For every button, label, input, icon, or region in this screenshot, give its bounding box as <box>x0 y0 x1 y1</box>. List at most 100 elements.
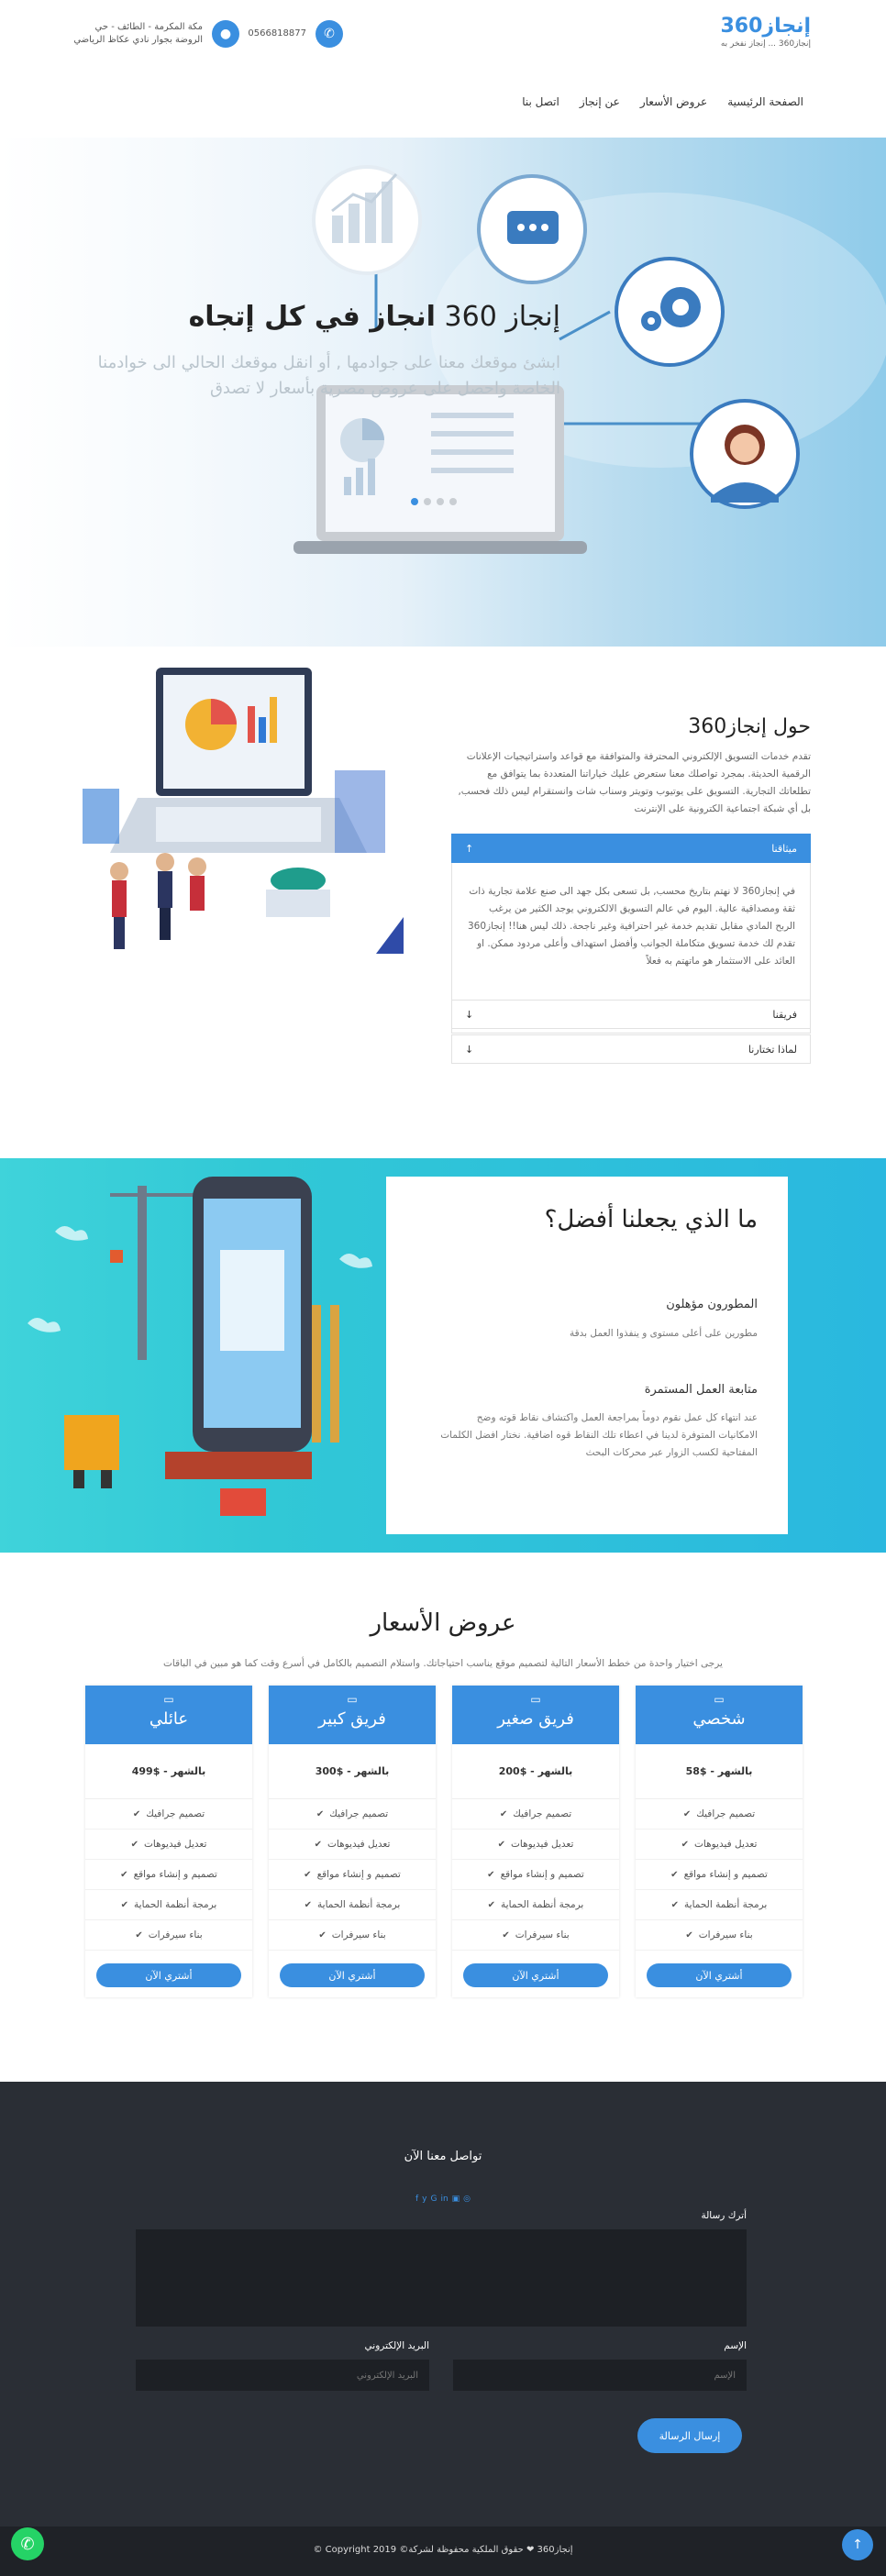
plan-header: ▭ عائلي <box>85 1686 252 1744</box>
feature-label: برمجة أنظمة الحماية <box>134 1899 217 1910</box>
plan-price: بالشهر - $499 <box>85 1744 252 1799</box>
check-icon: ✔ <box>487 1869 495 1880</box>
accordion-label: فريقنا <box>772 1008 797 1021</box>
facebook-icon[interactable]: f <box>415 2195 418 2204</box>
feature-label: تصميم و إنشاء مواقع <box>683 1869 768 1880</box>
feature-label: تصميم جرافيك <box>696 1808 756 1819</box>
name-input[interactable] <box>453 2360 747 2391</box>
page: إنجاز360 إنجاز360 ... إنجاز نفخر به ✆ 05… <box>0 0 886 2576</box>
check-icon: ✔ <box>685 1929 693 1940</box>
accordion-label: لماذا تختارنا <box>748 1043 797 1056</box>
plan-feature: تصميم جرافيك ✔ <box>452 1799 619 1830</box>
feature-label: بناء سيرفرات <box>331 1929 386 1940</box>
plan-feature: تصميم جرافيك ✔ <box>85 1799 252 1830</box>
feature-label: تصميم و إنشاء مواقع <box>316 1869 401 1880</box>
chevron-up-icon: ↑ <box>465 842 474 855</box>
message-label: أترك رسالة <box>701 2210 747 2221</box>
slider-dot-active[interactable] <box>411 498 418 505</box>
arrow-up-icon[interactable]: ↑ <box>842 2529 873 2560</box>
feature-label: تعديل فيديوهات <box>327 1839 391 1850</box>
feature-label: تصميم جرافيك <box>329 1808 389 1819</box>
plan-feature: بناء سيرفرات ✔ <box>85 1920 252 1951</box>
nav-pricing[interactable]: عروض الأسعار <box>640 95 707 108</box>
accordion-header-why-choose[interactable]: لماذا تختارنا ↓ <box>451 1034 811 1064</box>
buy-now-button[interactable]: أشتري الآن <box>463 1963 608 1987</box>
check-icon: ✔ <box>502 1929 510 1940</box>
plan-feature: تعديل فيديوهات ✔ <box>636 1830 803 1860</box>
plan-feature: بناء سيرفرات ✔ <box>269 1920 436 1951</box>
check-icon: ✔ <box>130 1839 138 1850</box>
slider-dots <box>411 498 457 505</box>
email-input[interactable] <box>136 2360 429 2391</box>
message-textarea[interactable] <box>136 2229 747 2327</box>
plan-feature: برمجة أنظمة الحماية ✔ <box>636 1890 803 1920</box>
feature-label: برمجة أنظمة الحماية <box>684 1899 768 1910</box>
nav-contact[interactable]: اتصل بنا <box>522 95 559 108</box>
slider-dot[interactable] <box>424 498 431 505</box>
check-icon: ✔ <box>670 1869 679 1880</box>
phone-number: 0566818877 <box>248 28 306 39</box>
plan-feature: تعديل فيديوهات ✔ <box>452 1830 619 1860</box>
buy-now-button[interactable]: أشتري الآن <box>280 1963 425 1987</box>
slider-dot[interactable] <box>449 498 457 505</box>
about-illustration <box>83 668 404 954</box>
pricing-subtitle: يرجى اختيار واحدة من خطط الأسعار التالية… <box>163 1658 723 1669</box>
site-header: إنجاز360 إنجاز360 ... إنجاز نفخر به ✆ 05… <box>0 0 886 138</box>
plan-feature: برمجة أنظمة الحماية ✔ <box>452 1890 619 1920</box>
feature-label: تعديل فيديوهات <box>144 1839 207 1850</box>
nav-about[interactable]: عن إنجاز <box>580 95 620 108</box>
linkedin-icon[interactable]: in <box>440 2195 448 2204</box>
address-line-1: مكة المكرمة - الطائف - حي <box>94 22 203 32</box>
hero-title-tagline: انجاز في كل إتجاه <box>188 301 436 333</box>
why-item-heading: المطورون مؤهلون <box>666 1298 758 1311</box>
feature-label: بناء سيرفرات <box>698 1929 753 1940</box>
phone-icon: ✆ <box>316 20 343 48</box>
feature-label: تعديل فيديوهات <box>694 1839 758 1850</box>
copyright-text: إنجاز360 ❤ حقوق الملكية محفوظة لشركة© 20… <box>313 2545 573 2555</box>
social-links: f y G in ▣ ◎ <box>0 2195 886 2204</box>
twitter-icon[interactable]: y <box>422 2195 426 2204</box>
check-icon: ✔ <box>304 1899 313 1910</box>
hero-subtitle: ابشئ موقعك معنا على جوادمها , أو انقل مو… <box>97 353 560 398</box>
monitor-icon: ▭ <box>530 1693 541 1706</box>
email-label: البريد الإلكتروني <box>364 2340 429 2351</box>
plan-name: فريق صغير <box>497 1709 574 1729</box>
address-text: مكة المكرمة - الطائف - حي الروضة بجوار ن… <box>73 21 203 47</box>
check-icon: ✔ <box>120 1869 128 1880</box>
dribbble-icon[interactable]: ◎ <box>463 2195 471 2204</box>
map-pin-icon: ● <box>212 20 239 48</box>
about-text: تقدم خدمات التسويق الإلكتروني المحترفة و… <box>458 751 811 814</box>
plan-feature: بناء سيرفرات ✔ <box>452 1920 619 1951</box>
buy-now-button[interactable]: أشتري الآن <box>647 1963 792 1987</box>
check-icon: ✔ <box>120 1899 129 1910</box>
pricing-plan-personal: ▭ شخصي بالشهر - $58 تصميم جرافيك ✔ تعديل … <box>636 1686 803 1997</box>
nav-home[interactable]: الصفحة الرئيسية <box>727 95 803 108</box>
accordion-why-choose: لماذا تختارنا ↓ <box>451 1034 811 1064</box>
check-icon: ✔ <box>499 1808 508 1819</box>
plan-header: ▭ شخصي <box>636 1686 803 1744</box>
contact-title: تواصل معنا الآن <box>404 2150 482 2163</box>
feature-label: برمجة أنظمة الحماية <box>501 1899 584 1910</box>
plan-price: بالشهر - $200 <box>452 1744 619 1799</box>
accordion-header-team[interactable]: فريقنا ↓ <box>451 1000 811 1029</box>
check-icon: ✔ <box>497 1839 505 1850</box>
pricing-title: عروض الأسعار <box>370 1609 516 1637</box>
whatsapp-icon[interactable]: ✆ <box>11 2527 44 2560</box>
google-plus-icon[interactable]: G <box>430 2195 437 2204</box>
phone-contact: ✆ 0566818877 <box>248 20 343 48</box>
feature-label: تعديل فيديوهات <box>511 1839 574 1850</box>
name-label: الإسم <box>724 2340 747 2351</box>
accordion-header-charter[interactable]: ميثاقنا ↑ <box>451 834 811 863</box>
plan-feature: تعديل فيديوهات ✔ <box>269 1830 436 1860</box>
address-line-2: الروضة بجوار نادي عكاظ الرياضي <box>73 35 203 45</box>
check-icon: ✔ <box>314 1839 322 1850</box>
slider-dot[interactable] <box>437 498 444 505</box>
send-message-button[interactable]: إرسال الرسالة <box>637 2418 742 2453</box>
logo[interactable]: إنجاز360 إنجاز360 ... إنجاز نفخر به <box>720 15 811 49</box>
check-icon: ✔ <box>681 1839 689 1850</box>
pricing-plan-large-team: ▭ فريق كبير بالشهر - $300 تصميم جرافيك ✔ … <box>269 1686 436 1997</box>
pricing-plan-family: ▭ عائلي بالشهر - $499 تصميم جرافيك ✔ تعدي… <box>85 1686 252 1997</box>
instagram-icon[interactable]: ▣ <box>452 2195 460 2204</box>
buy-now-button[interactable]: أشتري الآن <box>96 1963 241 1987</box>
feature-label: تصميم جرافيك <box>146 1808 205 1819</box>
